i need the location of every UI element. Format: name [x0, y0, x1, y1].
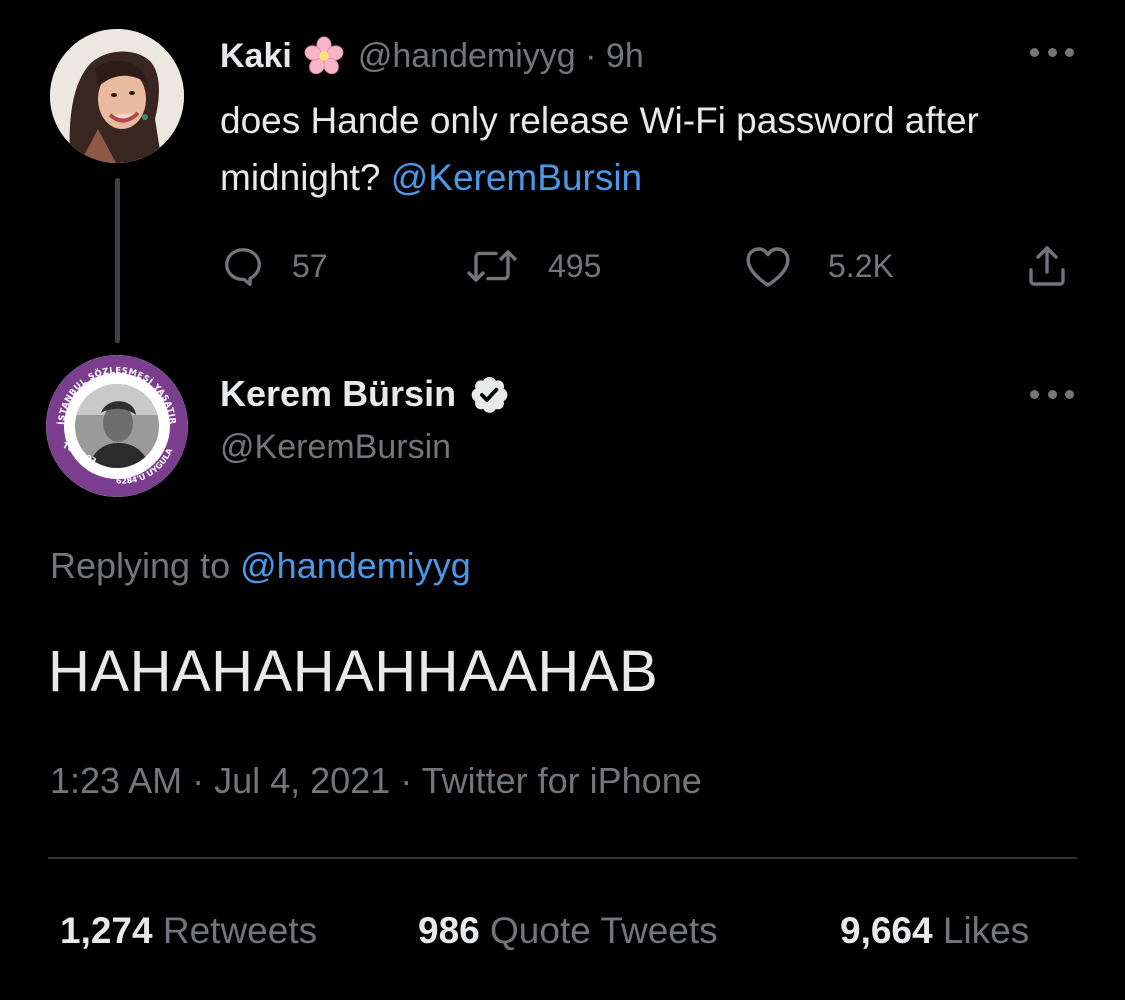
avatar-badge-photo: İSTANBUL SÖZLEŞMESİ YAŞATIR 6284'Ü UYGUL… — [46, 355, 188, 497]
more-options-icon[interactable] — [1030, 46, 1074, 58]
mention-link[interactable]: @KeremBursin — [391, 157, 642, 198]
replying-to: Replying to @handemiyyg — [50, 545, 471, 587]
reply-author-handle[interactable]: @KeremBursin — [220, 428, 451, 467]
cherry-blossom-icon — [304, 36, 344, 75]
like-count: 5.2K — [828, 247, 894, 284]
replying-to-handle-link[interactable]: @handemiyyg — [240, 545, 471, 586]
meta-separator: · — [400, 760, 422, 801]
retweet-count: 495 — [548, 247, 602, 284]
reply-more-options-icon[interactable] — [1030, 388, 1074, 400]
retweet-icon — [467, 250, 517, 282]
reply-author-name[interactable]: Kerem Bürsin — [220, 373, 456, 415]
tweet-time-ago[interactable]: 9h — [606, 37, 644, 76]
retweets-count: 1,274 — [60, 910, 153, 951]
retweet-button[interactable]: 495 — [466, 240, 601, 292]
avatar-kerem[interactable]: İSTANBUL SÖZLEŞMESİ YAŞATIR 6284'Ü UYGUL… — [46, 355, 188, 497]
heart-icon — [746, 247, 790, 287]
divider — [48, 857, 1077, 859]
share-button[interactable] — [1023, 240, 1071, 292]
likes-count: 9,664 — [840, 910, 933, 951]
reply-count: 57 — [292, 247, 328, 284]
tweet-text: does Hande only release Wi-Fi password a… — [220, 92, 1070, 206]
tweet-date[interactable]: Jul 4, 2021 — [214, 760, 390, 801]
author-name[interactable]: Kaki — [220, 37, 292, 76]
tweet-source[interactable]: Twitter for iPhone — [422, 760, 702, 801]
avatar-kaki[interactable] — [50, 29, 184, 163]
quotes-label: Quote Tweets — [490, 910, 718, 951]
quotes-count: 986 — [418, 910, 480, 951]
reply-text: HAHAHAHAHHAAHAB — [48, 639, 659, 704]
replying-to-label: Replying to — [50, 545, 231, 586]
tweet-timestamp[interactable]: 1:23 AM — [50, 760, 182, 801]
thread-connector-line — [115, 178, 120, 343]
share-icon — [1029, 246, 1065, 286]
retweets-label: Retweets — [162, 910, 318, 951]
tweet-meta: 1:23 AM · Jul 4, 2021 · Twitter for iPho… — [50, 760, 702, 802]
reply-button[interactable]: 57 — [220, 240, 328, 292]
reply-author-row: Kerem Bürsin — [220, 368, 510, 420]
like-button[interactable]: 5.2K — [744, 240, 894, 292]
retweets-stat[interactable]: 1,274 Retweets — [60, 910, 317, 960]
tweet-header: Kaki @handemiyyg · 9h — [220, 30, 644, 82]
reply-icon — [225, 248, 261, 287]
avatar-photo — [50, 29, 184, 163]
verified-badge-icon — [471, 377, 508, 413]
likes-label: Likes — [942, 910, 1030, 951]
quote-tweets-stat[interactable]: 986 Quote Tweets — [418, 910, 718, 960]
likes-stat[interactable]: 9,664 Likes — [840, 910, 1029, 960]
separator-dot: · — [575, 36, 606, 75]
meta-separator: · — [192, 760, 215, 801]
author-handle[interactable]: @handemiyyg — [358, 37, 576, 76]
